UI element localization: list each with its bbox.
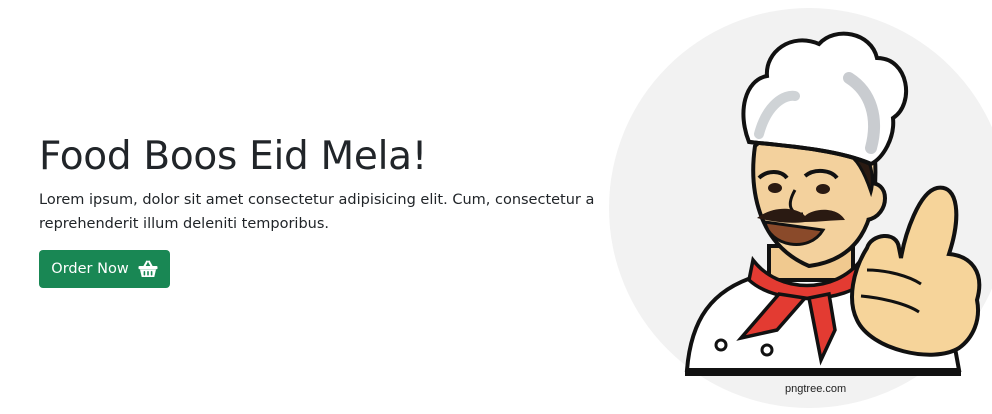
- chef-illustration: [609, 8, 992, 408]
- order-now-button[interactable]: Order Now: [39, 250, 170, 288]
- order-now-label: Order Now: [51, 261, 129, 277]
- hero-lead-text: Lorem ipsum, dolor sit amet consectetur …: [39, 192, 595, 232]
- hero-text-block: Food Boos Eid Mela! Lorem ipsum, dolor s…: [39, 132, 599, 236]
- hero-title: Food Boos Eid Mela!: [39, 134, 428, 179]
- image-watermark: pngtree.com: [785, 383, 847, 395]
- basket-icon: [138, 260, 158, 278]
- hero-section: Food Boos Eid Mela! Lorem ipsum, dolor s…: [0, 0, 992, 414]
